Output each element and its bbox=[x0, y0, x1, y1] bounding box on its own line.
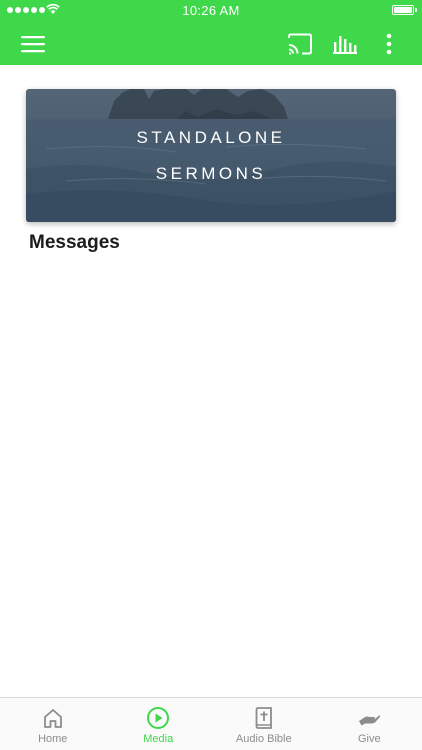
card-title-line2: SERMONS bbox=[155, 164, 267, 183]
tab-home[interactable]: Home bbox=[0, 698, 106, 750]
hamburger-menu-icon bbox=[21, 36, 45, 53]
toolbar bbox=[0, 22, 422, 65]
more-options-button[interactable] bbox=[375, 30, 403, 58]
battery-tip bbox=[415, 8, 417, 12]
tab-audio-bible[interactable]: Audio Bible bbox=[211, 698, 317, 750]
card-title: STANDALONE SERMONS bbox=[26, 127, 396, 185]
battery-icon bbox=[392, 5, 414, 15]
cast-button[interactable] bbox=[286, 30, 314, 58]
tab-home-label: Home bbox=[38, 733, 68, 745]
card-title-line1: STANDALONE bbox=[136, 128, 286, 147]
tab-audio-bible-label: Audio Bible bbox=[235, 733, 292, 745]
section-title-messages: Messages bbox=[29, 232, 120, 253]
home-icon bbox=[41, 706, 65, 730]
cast-icon bbox=[288, 33, 312, 55]
bottom-tab-bar: Home Media Audio Bible Give bbox=[0, 697, 422, 750]
equalizer-bars-icon bbox=[333, 36, 357, 54]
audio-bars-button[interactable] bbox=[331, 30, 359, 58]
tab-give[interactable]: Give bbox=[317, 698, 422, 750]
menu-button[interactable] bbox=[19, 30, 47, 58]
tab-media[interactable]: Media bbox=[106, 698, 212, 750]
more-vertical-icon bbox=[386, 33, 392, 55]
tab-media-label: Media bbox=[143, 733, 174, 745]
status-bar: 10:26 AM bbox=[0, 0, 422, 22]
give-hand-icon bbox=[357, 706, 381, 730]
status-time: 10:26 AM bbox=[182, 3, 240, 18]
bible-icon bbox=[252, 706, 276, 730]
tab-give-label: Give bbox=[357, 733, 381, 745]
standalone-sermons-card[interactable]: STANDALONE SERMONS bbox=[26, 89, 396, 222]
app-screen: 10:26 AM STANDALONE SERMONS Messages Hom… bbox=[0, 0, 422, 750]
play-circle-icon bbox=[146, 706, 170, 730]
top-app-bar: 10:26 AM bbox=[0, 0, 422, 65]
